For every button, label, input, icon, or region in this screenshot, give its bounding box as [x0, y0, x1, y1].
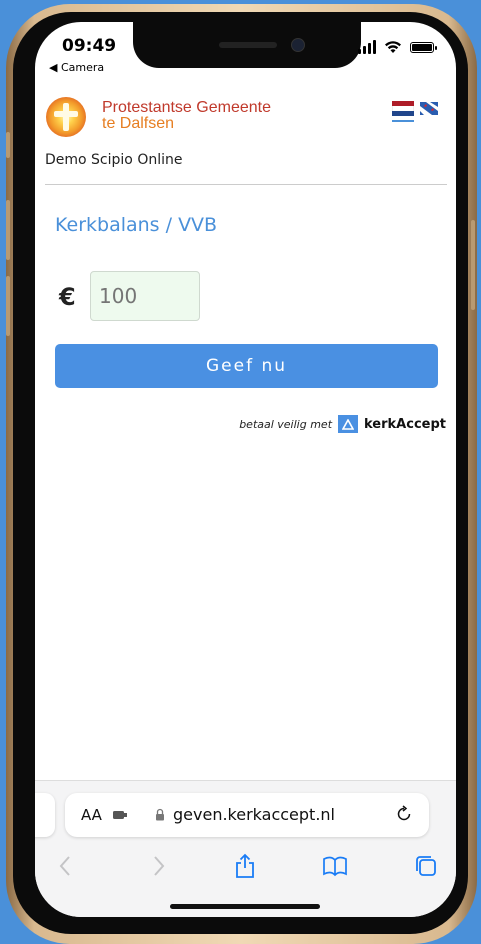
- home-indicator[interactable]: [170, 904, 320, 909]
- webpage: Protestantse Gemeente te Dalfsen: [35, 84, 456, 142]
- url-text[interactable]: geven.kerkaccept.nl: [173, 805, 335, 824]
- reload-icon[interactable]: [395, 805, 413, 823]
- battery-icon: [410, 41, 437, 53]
- kerkaccept-logo-icon: [338, 415, 359, 433]
- active-language-indicator: [392, 120, 414, 122]
- status-indicators: [358, 40, 437, 54]
- amount-input[interactable]: [90, 271, 200, 321]
- mute-switch: [6, 132, 10, 158]
- church-logo[interactable]: [46, 97, 86, 137]
- back-icon[interactable]: [53, 853, 79, 879]
- power-button: [471, 220, 475, 310]
- signal-icon: [358, 40, 376, 54]
- share-icon[interactable]: [232, 853, 258, 879]
- forward-icon[interactable]: [145, 853, 171, 879]
- header-divider: [45, 184, 447, 185]
- phone-screen: 09:49 ◀ Camera Protestantse Gemeente te …: [35, 22, 456, 917]
- safari-bottom-toolbar: [35, 853, 456, 883]
- site-header: Protestantse Gemeente te Dalfsen: [35, 84, 456, 142]
- previous-tab-address-bar[interactable]: [35, 793, 55, 837]
- extension-icon[interactable]: [112, 809, 128, 821]
- fund-title: Kerkbalans / VVB: [55, 214, 218, 236]
- tabs-icon[interactable]: [413, 853, 439, 879]
- secure-payment-text: betaal veilig met: [239, 417, 333, 431]
- church-location: te Dalfsen: [102, 115, 175, 132]
- currency-symbol: €: [59, 283, 76, 311]
- church-name: Protestantse Gemeente: [102, 99, 271, 116]
- secure-payment-note: betaal veilig met kerkAccept: [239, 415, 446, 433]
- flag-fy-icon[interactable]: [420, 102, 438, 115]
- back-to-camera-link[interactable]: ◀ Camera: [49, 61, 104, 74]
- flag-nl-icon[interactable]: [392, 101, 414, 116]
- wifi-icon: [385, 41, 401, 53]
- volume-up-button: [6, 200, 10, 260]
- speaker-grille: [219, 42, 277, 48]
- safari-toolbar: AA geven.kerkaccept.nl: [35, 780, 456, 917]
- bookmarks-icon[interactable]: [322, 853, 348, 879]
- notch: [133, 22, 361, 68]
- status-time: 09:49: [62, 36, 117, 56]
- give-now-button[interactable]: Geef nu: [55, 344, 438, 388]
- address-bar[interactable]: AA geven.kerkaccept.nl: [65, 793, 429, 837]
- front-camera: [291, 38, 305, 52]
- kerkaccept-name: kerkAccept: [364, 416, 446, 432]
- text-size-button[interactable]: AA: [81, 806, 102, 824]
- lock-icon: [156, 808, 164, 821]
- organization-label: Demo Scipio Online: [45, 152, 183, 168]
- volume-down-button: [6, 276, 10, 336]
